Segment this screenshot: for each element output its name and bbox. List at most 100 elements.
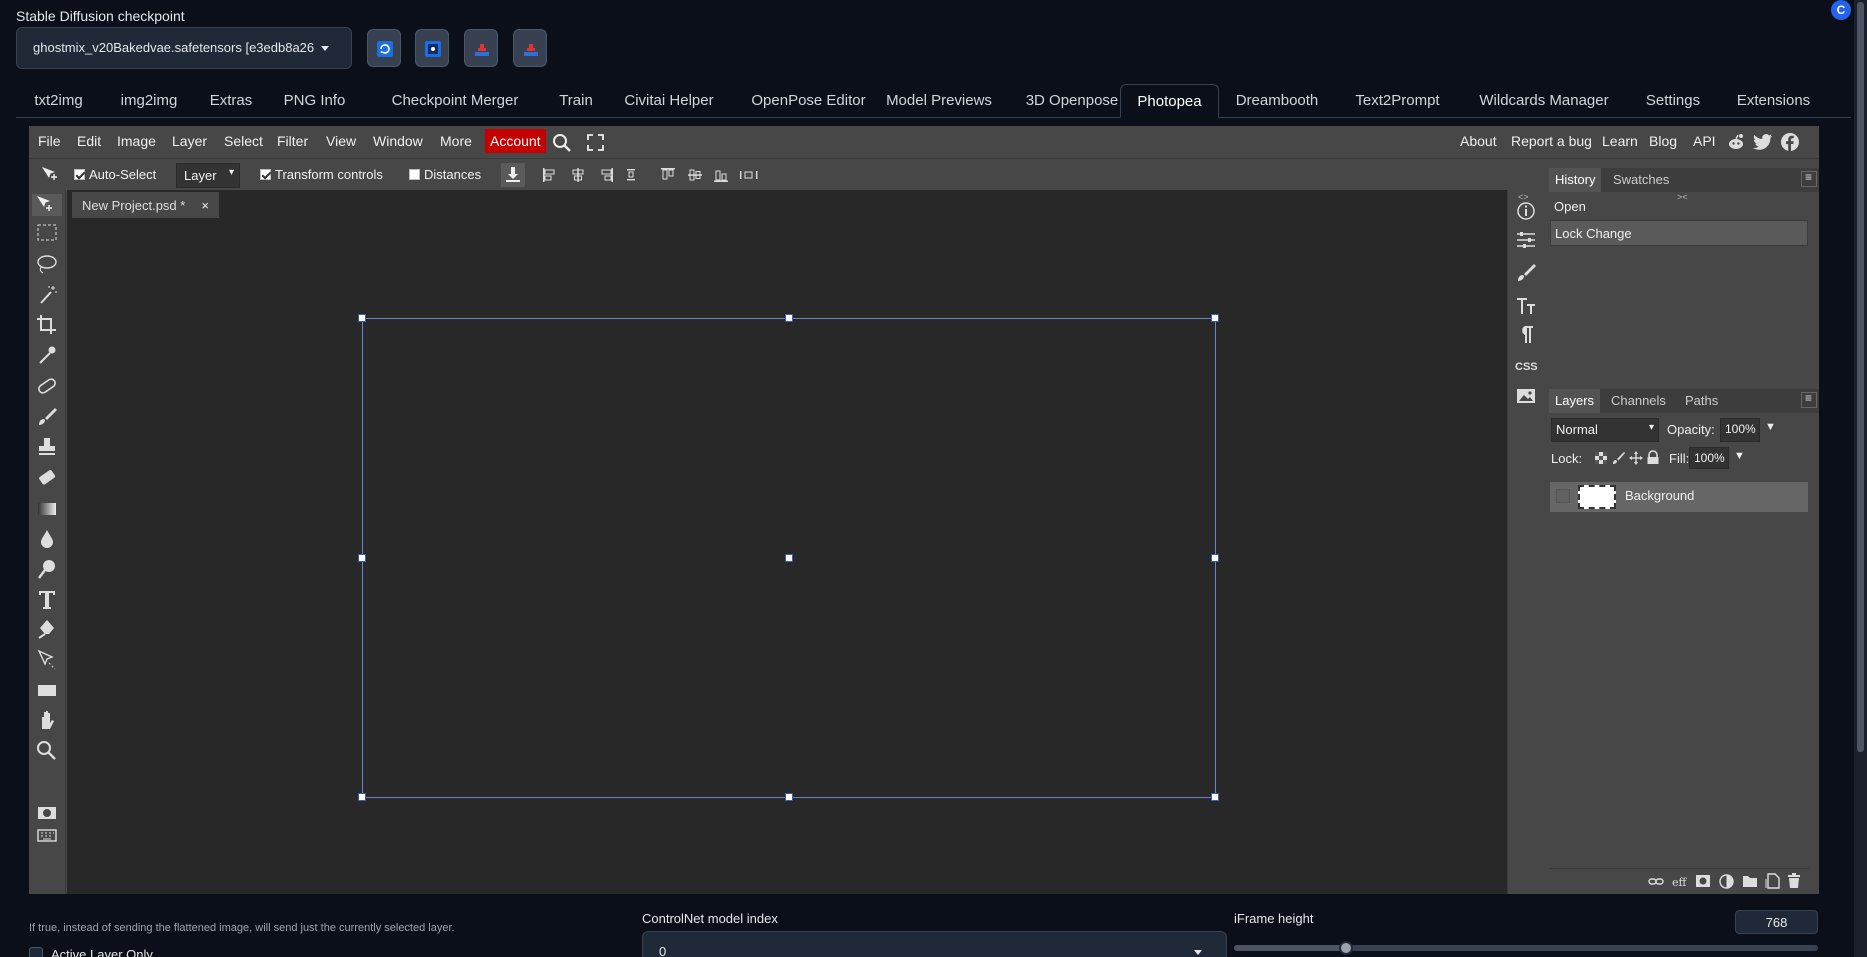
layer-row[interactable]: Background (1550, 482, 1808, 512)
menu-image[interactable]: Image (117, 133, 156, 149)
tab-checkpoint-merger[interactable]: Checkpoint Merger (366, 84, 544, 118)
align-top-icon[interactable] (660, 167, 676, 183)
panel-menu-icon[interactable] (1801, 170, 1817, 187)
download-button[interactable] (501, 163, 525, 187)
transform-handle-bottom-right[interactable] (1211, 793, 1219, 801)
transform-handle-bottom[interactable] (785, 793, 793, 801)
lock-transparency-icon[interactable] (1594, 451, 1608, 465)
close-icon[interactable]: × (201, 198, 209, 213)
delete-layer-icon[interactable] (1787, 873, 1801, 889)
brush-tool[interactable] (35, 406, 59, 428)
tab-history[interactable]: History (1549, 168, 1602, 192)
controlnet-index-dropdown[interactable]: 0 (642, 931, 1227, 957)
character-panel-button[interactable] (1515, 295, 1537, 317)
new-layer-icon[interactable] (1765, 873, 1780, 889)
gradient-tool[interactable] (35, 498, 59, 520)
layer-visibility-checkbox[interactable] (1556, 489, 1570, 503)
transform-handle-bottom-left[interactable] (358, 793, 366, 801)
distances-checkbox[interactable]: Distances (409, 167, 481, 182)
menu-edit[interactable]: Edit (77, 133, 101, 149)
fill-dropdown-icon[interactable]: ▼ (1734, 450, 1745, 462)
menu-filter[interactable]: Filter (277, 133, 308, 149)
menu-learn[interactable]: Learn (1602, 133, 1638, 149)
adjustments-panel-button[interactable] (1515, 229, 1537, 251)
collapse-icon[interactable]: <> (1518, 192, 1529, 202)
css-panel-button[interactable]: CSS (1515, 357, 1538, 379)
menu-about[interactable]: About (1460, 133, 1497, 149)
auto-select-checkbox[interactable]: Auto-Select (74, 167, 156, 182)
healing-brush-tool[interactable] (35, 375, 59, 397)
quick-mask-toggle[interactable] (35, 802, 59, 824)
tab-txt2img[interactable]: txt2img (16, 84, 101, 118)
transform-controls-checkbox[interactable]: Transform controls (260, 167, 383, 182)
menu-api[interactable]: API (1693, 133, 1716, 149)
tab-text2prompt[interactable]: Text2Prompt (1340, 84, 1455, 118)
distribute-vertical-icon[interactable] (739, 167, 759, 183)
slider-thumb[interactable] (1339, 941, 1353, 955)
facebook-icon[interactable] (1780, 132, 1800, 152)
document-tab[interactable]: New Project.psd * × (72, 192, 219, 218)
rectangle-tool[interactable] (35, 679, 59, 701)
stamp-tool[interactable] (35, 436, 59, 458)
menu-layer[interactable]: Layer (172, 133, 207, 149)
blur-tool[interactable] (35, 528, 59, 550)
tab-3d-openpose[interactable]: 3D Openpose (1010, 84, 1134, 118)
iframe-height-input[interactable]: 768 (1735, 910, 1818, 934)
eyedropper-tool[interactable] (35, 344, 59, 366)
new-group-icon[interactable] (1742, 874, 1758, 888)
transform-handle-left[interactable] (358, 554, 366, 562)
menu-more[interactable]: More (440, 133, 472, 149)
search-icon[interactable] (552, 133, 572, 153)
tab-dreambooth[interactable]: Dreambooth (1221, 84, 1333, 118)
opacity-dropdown-icon[interactable]: ▼ (1765, 421, 1776, 433)
menu-report-bug[interactable]: Report a bug (1511, 133, 1592, 149)
distribute-horizontal-icon[interactable] (623, 167, 639, 183)
refresh-checkpoints-button[interactable] (367, 29, 401, 67)
link-layers-icon[interactable] (1648, 875, 1664, 889)
civitai-helper-button-2[interactable] (513, 29, 547, 67)
lasso-tool[interactable] (35, 253, 59, 275)
active-layer-only-checkbox[interactable]: Active Layer Only (29, 947, 153, 957)
tab-paths[interactable]: Paths (1679, 389, 1724, 413)
image-panel-button[interactable] (1515, 385, 1537, 407)
pen-tool[interactable] (35, 618, 59, 640)
tab-extensions[interactable]: Extensions (1721, 84, 1826, 118)
panel-menu-icon[interactable] (1801, 391, 1817, 408)
blend-mode-dropdown[interactable]: Normal ▾ (1551, 418, 1659, 442)
align-middle-icon[interactable] (687, 167, 703, 183)
keyboard-toggle[interactable] (35, 824, 59, 846)
extension-badge-icon[interactable]: C (1831, 0, 1851, 20)
zoom-tool[interactable] (35, 739, 59, 761)
menu-file[interactable]: File (38, 133, 61, 149)
menu-select[interactable]: Select (224, 133, 263, 149)
canvas-transform-box[interactable] (358, 314, 1219, 801)
tab-settings[interactable]: Settings (1628, 84, 1718, 118)
type-tool[interactable] (35, 588, 59, 610)
tab-wildcards-manager[interactable]: Wildcards Manager (1459, 84, 1629, 118)
tab-train[interactable]: Train (548, 84, 604, 118)
tab-extras[interactable]: Extras (198, 84, 264, 118)
opacity-input[interactable]: 100% (1720, 418, 1760, 442)
adjustment-layer-icon[interactable] (1719, 874, 1734, 889)
move-tool[interactable] (32, 194, 62, 216)
marquee-tool[interactable] (35, 222, 59, 244)
align-bottom-icon[interactable] (713, 167, 729, 183)
show-extra-networks-button[interactable] (415, 29, 449, 67)
tab-img2img[interactable]: img2img (104, 84, 194, 118)
path-select-tool[interactable] (35, 649, 59, 671)
tab-channels[interactable]: Channels (1605, 389, 1672, 413)
dodge-tool[interactable] (35, 558, 59, 580)
magic-wand-tool[interactable] (35, 284, 59, 306)
tab-model-previews[interactable]: Model Previews (868, 84, 1010, 118)
align-center-icon[interactable] (570, 167, 586, 183)
eraser-tool[interactable] (35, 467, 59, 489)
align-right-icon[interactable] (598, 167, 614, 183)
fill-input[interactable]: 100% (1689, 447, 1729, 469)
menu-view[interactable]: View (326, 133, 356, 149)
lock-all-icon[interactable] (1646, 450, 1660, 465)
crop-tool[interactable] (35, 314, 59, 336)
document-area[interactable]: New Project.psd * × (67, 190, 1507, 894)
tab-openpose-editor[interactable]: OpenPose Editor (734, 84, 883, 118)
reddit-icon[interactable] (1726, 132, 1746, 152)
layer-mask-icon[interactable] (1695, 874, 1711, 888)
